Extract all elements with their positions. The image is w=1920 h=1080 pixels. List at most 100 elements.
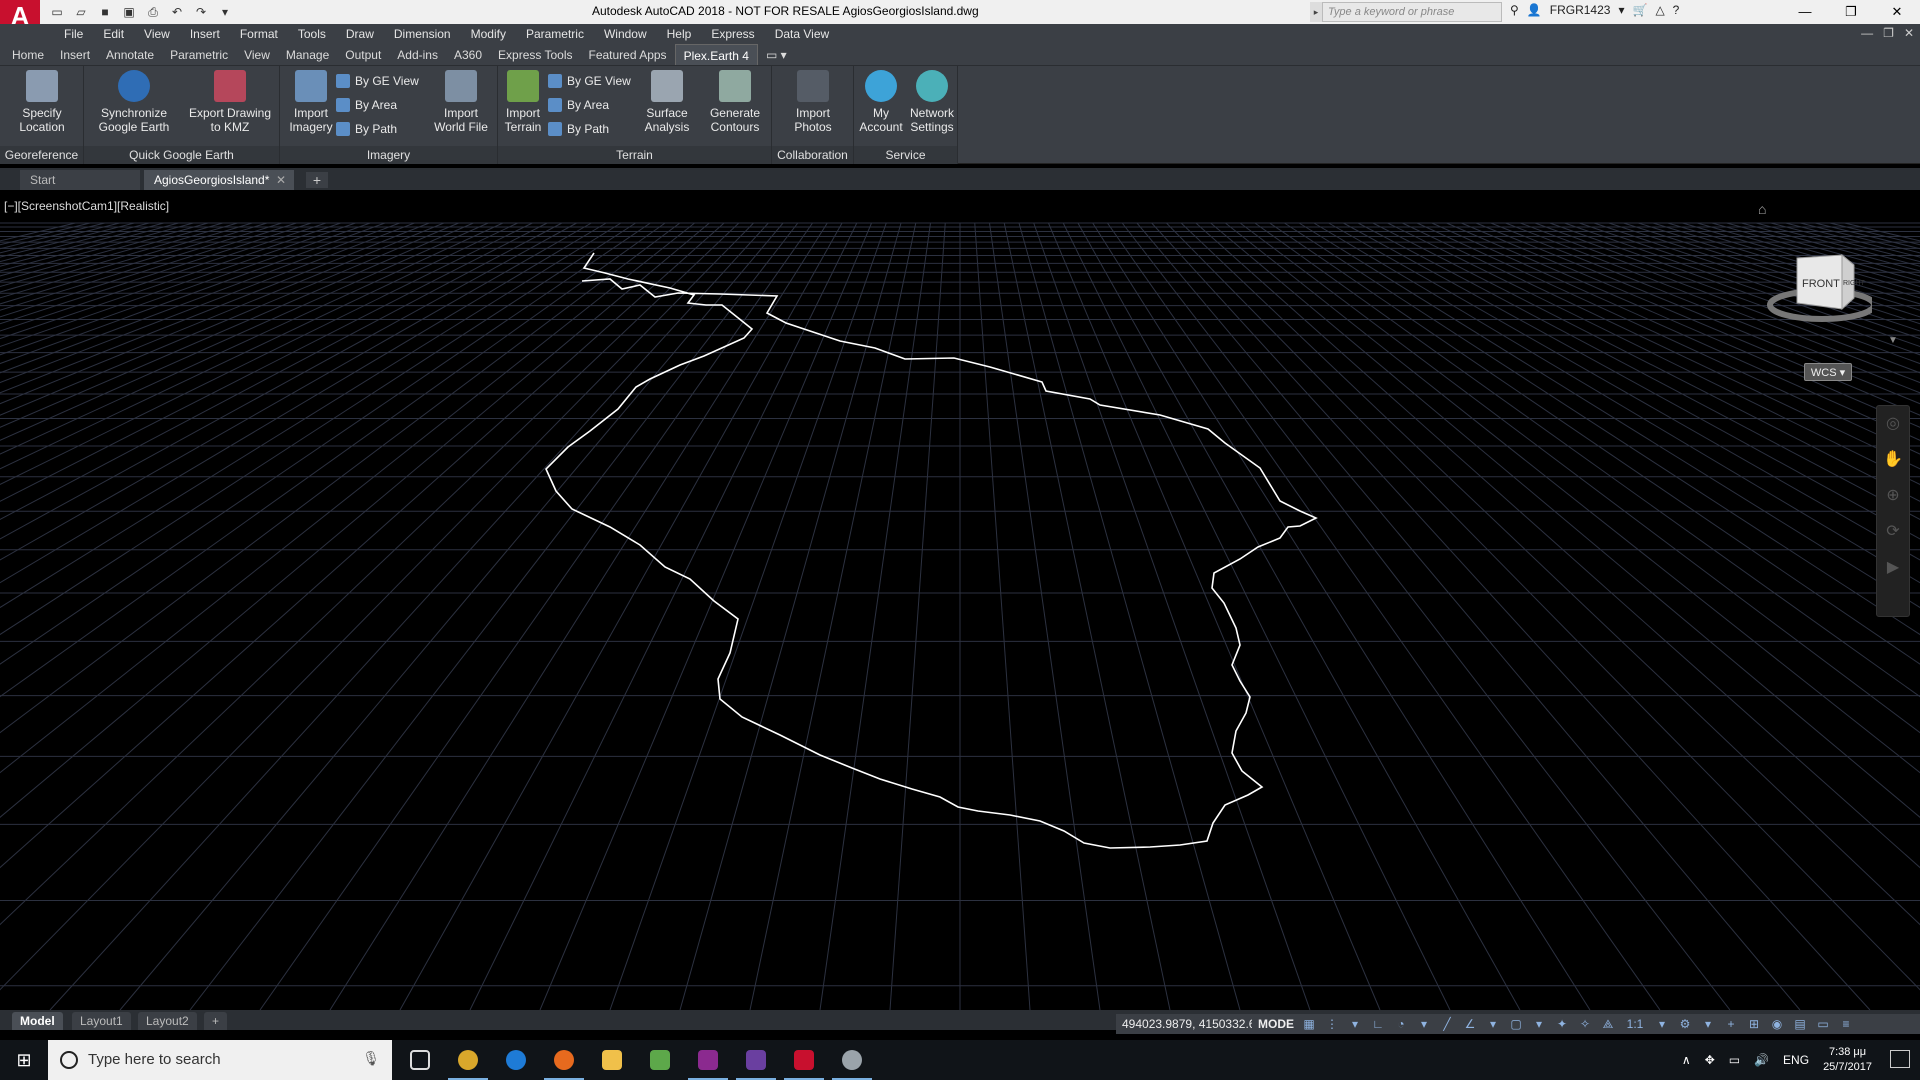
visual-studio-icon[interactable] <box>732 1040 780 1080</box>
menu-data-view[interactable]: Data View <box>765 24 839 44</box>
viewcube-home-icon[interactable]: ⌂ <box>1758 201 1766 217</box>
layout-tab-model[interactable]: Model <box>12 1012 63 1030</box>
menu-dimension[interactable]: Dimension <box>384 24 461 44</box>
viewport-controls-label[interactable]: [−][ScreenshotCam1][Realistic] <box>4 199 169 213</box>
a360-icon[interactable]: △ <box>1655 3 1664 17</box>
wcs-menu[interactable]: WCS ▾ <box>1804 363 1852 381</box>
auto-scale-icon[interactable]: ✧ <box>1578 1017 1592 1031</box>
search-expand-icon[interactable]: ▸ <box>1310 2 1322 22</box>
file-tab-start[interactable]: Start <box>20 170 140 190</box>
help-icon[interactable]: ? <box>1673 3 1680 17</box>
import-terrain-button[interactable]: Import Terrain <box>500 70 546 134</box>
save-icon[interactable]: ■ <box>96 3 114 21</box>
export-kmz-button[interactable]: Export Drawing to KMZ <box>182 70 278 134</box>
object-snap-icon[interactable]: ▢ <box>1509 1017 1523 1031</box>
import-world-file-button[interactable]: Import World File <box>428 70 494 134</box>
generate-contours-button[interactable]: Generate Contours <box>702 70 768 134</box>
minimize-icon[interactable]: — <box>1782 0 1828 24</box>
tab-annotate[interactable]: Annotate <box>98 44 162 65</box>
my-account-button[interactable]: My Account <box>856 70 906 134</box>
steering-wheel-icon[interactable]: ◎ <box>1877 406 1909 442</box>
lineweight-icon[interactable]: ▾ <box>1532 1017 1546 1031</box>
terrain-by-path-button[interactable]: By Path <box>548 122 609 136</box>
imagery-by-ge-view-button[interactable]: By GE View <box>336 74 419 88</box>
user-menu-chevron-icon[interactable]: ▾ <box>1618 3 1624 17</box>
isodraft-icon[interactable]: ╱ <box>1440 1017 1454 1031</box>
layout-tab-layout2[interactable]: Layout2 <box>138 1012 197 1030</box>
annotation-visibility-icon[interactable]: ✦ <box>1555 1017 1569 1031</box>
isolate-objects-icon[interactable]: ◉ <box>1770 1017 1784 1031</box>
menu-parametric[interactable]: Parametric <box>516 24 594 44</box>
doc-minimize-icon[interactable]: — <box>1861 26 1873 40</box>
windows-start-icon[interactable]: ⊞ <box>0 1040 48 1080</box>
hardware-acceleration-icon[interactable]: ▤ <box>1793 1017 1807 1031</box>
showmotion-icon[interactable]: ▶ <box>1877 550 1909 586</box>
save-as-icon[interactable]: ▣ <box>120 3 138 21</box>
user-icon[interactable]: 👤 <box>1527 3 1542 17</box>
osnap-tracking-icon[interactable]: ∠ <box>1463 1017 1477 1031</box>
tab-plex-earth[interactable]: Plex.Earth 4 <box>674 44 758 65</box>
language-indicator[interactable]: ENG <box>1783 1053 1809 1067</box>
undo-icon[interactable]: ↶ <box>168 3 186 21</box>
volume-icon[interactable]: 🔊 <box>1754 1053 1769 1067</box>
terrain-by-ge-view-button[interactable]: By GE View <box>548 74 631 88</box>
ortho-icon[interactable]: ∟ <box>1371 1017 1385 1031</box>
user-name[interactable]: FRGR1423 <box>1550 3 1611 17</box>
autocad-taskbar-icon[interactable] <box>780 1040 828 1080</box>
specify-location-button[interactable]: Specify Location <box>12 70 72 134</box>
clean-screen-icon[interactable]: ▭ <box>1816 1017 1830 1031</box>
menu-modify[interactable]: Modify <box>461 24 516 44</box>
tab-add-ins[interactable]: Add-ins <box>389 44 446 65</box>
new-tab-plus-icon[interactable]: + <box>306 172 328 188</box>
synchronize-google-earth-button[interactable]: Synchronize Google Earth <box>92 70 176 134</box>
terrain-by-area-button[interactable]: By Area <box>548 98 609 112</box>
workspace-gear-icon[interactable]: ⚙ <box>1678 1017 1692 1031</box>
tab-parametric[interactable]: Parametric <box>162 44 236 65</box>
taskbar-search-input[interactable]: Type here to search 🎙 <box>48 1040 392 1080</box>
network-icon[interactable]: ▭ <box>1729 1053 1740 1067</box>
binoculars-icon[interactable]: ⚲ <box>1510 3 1519 17</box>
menu-format[interactable]: Format <box>230 24 288 44</box>
action-center-icon[interactable] <box>1890 1050 1910 1068</box>
help-search-input[interactable]: Type a keyword or phrase <box>1322 2 1502 22</box>
task-view-icon[interactable] <box>396 1040 444 1080</box>
doc-restore-icon[interactable]: ❐ <box>1883 26 1894 40</box>
workspace-menu-chevron-icon[interactable]: ▾ <box>1701 1017 1715 1031</box>
polar-icon[interactable]: ◔ <box>1394 1017 1408 1031</box>
open-icon[interactable]: ▱ <box>72 3 90 21</box>
firefox-icon[interactable] <box>540 1040 588 1080</box>
add-layout-plus-icon[interactable]: + <box>204 1012 228 1030</box>
scale-value[interactable]: 1:1 <box>1624 1017 1646 1031</box>
layout-tab-layout1[interactable]: Layout1 <box>72 1012 131 1030</box>
dropbox-icon[interactable]: ✥ <box>1705 1053 1715 1067</box>
snap-menu-chevron-icon[interactable]: ▾ <box>1348 1017 1362 1031</box>
file-tab-active[interactable]: AgiosGeorgiosIsland* ✕ <box>144 170 294 190</box>
annotation-scale-icon[interactable]: ⟁ <box>1601 1017 1615 1031</box>
customization-menu-icon[interactable]: ≡ <box>1839 1017 1853 1031</box>
chrome-icon[interactable] <box>444 1040 492 1080</box>
drawing-viewport[interactable]: [−][ScreenshotCam1][Realistic] ⌂ FRONT R… <box>0 193 1920 1010</box>
restore-icon[interactable]: ❐ <box>1828 0 1874 24</box>
annotation-monitor-plus-icon[interactable]: + <box>1724 1017 1738 1031</box>
imagery-by-path-button[interactable]: By Path <box>336 122 397 136</box>
zoom-icon[interactable]: ⊕ <box>1877 478 1909 514</box>
surface-analysis-button[interactable]: Surface Analysis <box>636 70 698 134</box>
orbit-icon[interactable]: ⟳ <box>1877 514 1909 550</box>
doc-close-icon[interactable]: ✕ <box>1904 26 1914 40</box>
menu-draw[interactable]: Draw <box>336 24 384 44</box>
menu-express[interactable]: Express <box>701 24 764 44</box>
tab-insert[interactable]: Insert <box>52 44 98 65</box>
qat-menu-icon[interactable]: ▾ <box>216 3 234 21</box>
network-settings-button[interactable]: Network Settings <box>906 70 958 134</box>
menu-edit[interactable]: Edit <box>93 24 134 44</box>
tab-featured-apps[interactable]: Featured Apps <box>581 44 675 65</box>
menu-window[interactable]: Window <box>594 24 657 44</box>
ribbon-options-icon[interactable]: ▭ ▾ <box>758 44 795 65</box>
viewcube[interactable]: FRONT RIGHT <box>1762 243 1872 333</box>
menu-insert[interactable]: Insert <box>180 24 230 44</box>
menu-tools[interactable]: Tools <box>288 24 336 44</box>
close-icon[interactable]: ✕ <box>1874 0 1920 24</box>
tab-view[interactable]: View <box>236 44 278 65</box>
import-imagery-button[interactable]: Import Imagery <box>284 70 338 134</box>
tab-express-tools[interactable]: Express Tools <box>490 44 580 65</box>
